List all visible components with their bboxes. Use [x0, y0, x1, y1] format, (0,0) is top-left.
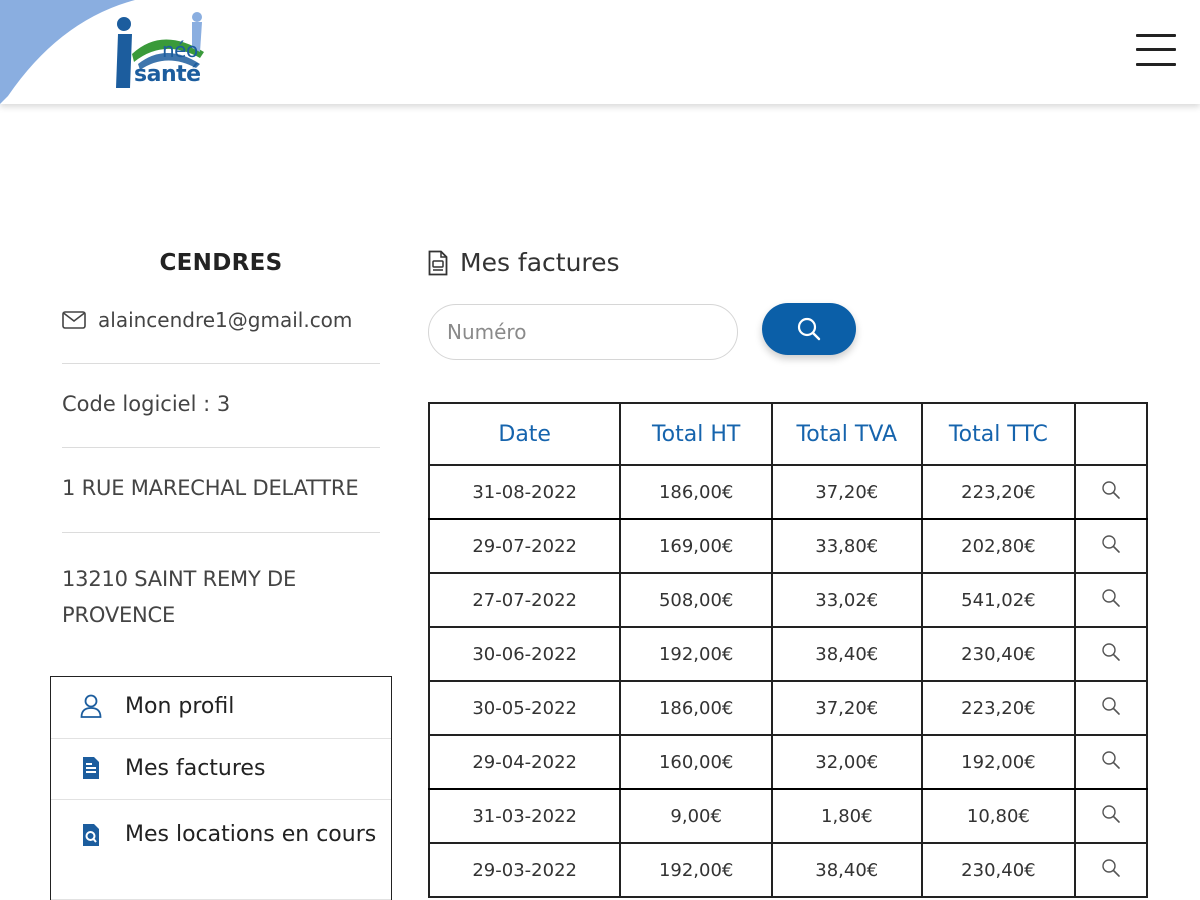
- magnifier-icon[interactable]: [1101, 480, 1121, 505]
- invoices-table: Date Total HT Total TVA Total TTC 31-08-…: [427, 402, 1148, 898]
- menu-item-mes-locations[interactable]: Mes locations en cours: [51, 800, 391, 900]
- document-icon: [77, 756, 105, 780]
- table-row: 31-03-2022 9,00€ 1,80€ 10,80€: [427, 788, 1148, 844]
- column-header-total-tva[interactable]: Total TVA: [771, 402, 923, 466]
- menu-item-label: Mes locations en cours: [125, 822, 377, 847]
- cell-actions: [1074, 680, 1148, 736]
- cell-total-ht: 192,00€: [619, 842, 773, 898]
- profile-email: alaincendre1@gmail.com: [62, 308, 380, 332]
- cell-total-ht: 160,00€: [619, 734, 773, 790]
- menu-item-mes-factures[interactable]: Mes factures: [51, 739, 391, 800]
- cell-date: 30-06-2022: [427, 626, 622, 682]
- envelope-icon: [62, 311, 86, 329]
- table-row: 29-07-2022 169,00€ 33,80€ 202,80€: [427, 518, 1148, 574]
- table-row: 29-04-2022 160,00€ 32,00€ 192,00€: [427, 734, 1148, 790]
- cell-total-ht: 186,00€: [619, 464, 773, 520]
- cell-actions: [1074, 734, 1148, 790]
- column-header-total-ht[interactable]: Total HT: [619, 402, 773, 466]
- table-row: 30-05-2022 186,00€ 37,20€ 223,20€: [427, 680, 1148, 736]
- search-icon: [797, 317, 821, 341]
- magnifier-icon[interactable]: [1101, 588, 1121, 613]
- cell-date: 29-07-2022: [427, 518, 622, 574]
- table-row: 30-06-2022 192,00€ 38,40€ 230,40€: [427, 626, 1148, 682]
- table-row: 27-07-2022 508,00€ 33,02€ 541,02€: [427, 572, 1148, 628]
- cell-total-tva: 33,02€: [771, 572, 923, 628]
- table-header-row: Date Total HT Total TVA Total TTC: [427, 402, 1148, 466]
- cell-actions: [1074, 464, 1148, 520]
- cell-date: 31-03-2022: [427, 788, 622, 844]
- cell-total-tva: 37,20€: [771, 680, 923, 736]
- table-row: 31-08-2022 186,00€ 37,20€ 223,20€: [427, 464, 1148, 520]
- profile-code: Code logiciel : 3: [62, 392, 231, 416]
- cell-total-ttc: 230,40€: [921, 626, 1077, 682]
- cell-total-tva: 1,80€: [771, 788, 923, 844]
- search-button[interactable]: [762, 303, 856, 355]
- table-row: 29-03-2022 192,00€ 38,40€ 230,40€: [427, 842, 1148, 898]
- column-header-date[interactable]: Date: [427, 402, 622, 466]
- magnifier-icon[interactable]: [1101, 858, 1121, 883]
- cell-total-tva: 38,40€: [771, 842, 923, 898]
- cell-date: 29-03-2022: [427, 842, 622, 898]
- site-header: néo santé: [0, 0, 1200, 104]
- cell-total-tva: 38,40€: [771, 626, 923, 682]
- cell-date: 31-08-2022: [427, 464, 622, 520]
- cell-total-ht: 9,00€: [619, 788, 773, 844]
- cell-date: 27-07-2022: [427, 572, 622, 628]
- profile-email-text: alaincendre1@gmail.com: [98, 308, 353, 332]
- cell-total-tva: 33,80€: [771, 518, 923, 574]
- profile-address-line1: 1 RUE MARECHAL DELATTRE: [62, 476, 359, 500]
- column-header-actions: [1074, 402, 1148, 466]
- cell-total-ttc: 541,02€: [921, 572, 1077, 628]
- cell-actions: [1074, 842, 1148, 898]
- magnifier-icon[interactable]: [1101, 750, 1121, 775]
- page-title-text: Mes factures: [460, 248, 620, 277]
- cell-total-tva: 32,00€: [771, 734, 923, 790]
- cell-actions: [1074, 626, 1148, 682]
- cell-total-ttc: 202,80€: [921, 518, 1077, 574]
- cell-actions: [1074, 518, 1148, 574]
- user-icon: [77, 694, 105, 718]
- cell-total-ht: 192,00€: [619, 626, 773, 682]
- magnifier-icon[interactable]: [1101, 696, 1121, 721]
- divider: [62, 532, 380, 533]
- hamburger-icon[interactable]: [1134, 32, 1178, 68]
- divider: [62, 447, 380, 448]
- menu-item-label: Mon profil: [125, 694, 235, 719]
- page-title: Mes factures: [428, 248, 620, 277]
- document-search-icon: [77, 817, 105, 847]
- cell-total-ht: 508,00€: [619, 572, 773, 628]
- cell-date: 30-05-2022: [427, 680, 622, 736]
- cell-actions: [1074, 788, 1148, 844]
- cell-total-ttc: 230,40€: [921, 842, 1077, 898]
- neo-sante-logo[interactable]: néo santé: [112, 12, 222, 92]
- cell-total-tva: 37,20€: [771, 464, 923, 520]
- logo-text-neo: néo: [162, 38, 198, 62]
- divider: [62, 363, 380, 364]
- column-header-total-ttc[interactable]: Total TTC: [921, 402, 1077, 466]
- magnifier-icon[interactable]: [1101, 804, 1121, 829]
- cell-total-ht: 169,00€: [619, 518, 773, 574]
- menu-item-label: Mes factures: [125, 756, 266, 781]
- cell-total-ttc: 192,00€: [921, 734, 1077, 790]
- magnifier-icon[interactable]: [1101, 534, 1121, 559]
- invoice-number-search-input[interactable]: [428, 304, 738, 360]
- cell-total-ht: 186,00€: [619, 680, 773, 736]
- account-menu: Mon profil Mes factures Mes locations en…: [50, 676, 392, 900]
- cell-date: 29-04-2022: [427, 734, 622, 790]
- logo-text-sante: santé: [134, 62, 201, 87]
- cell-actions: [1074, 572, 1148, 628]
- profile-name: CENDRES: [159, 250, 283, 276]
- cell-total-ttc: 10,80€: [921, 788, 1077, 844]
- cell-total-ttc: 223,20€: [921, 680, 1077, 736]
- menu-item-mon-profil[interactable]: Mon profil: [51, 677, 391, 739]
- invoice-icon: [428, 250, 448, 275]
- magnifier-icon[interactable]: [1101, 642, 1121, 667]
- cell-total-ttc: 223,20€: [921, 464, 1077, 520]
- profile-address-line2: 13210 SAINT REMY DE PROVENCE: [62, 567, 297, 627]
